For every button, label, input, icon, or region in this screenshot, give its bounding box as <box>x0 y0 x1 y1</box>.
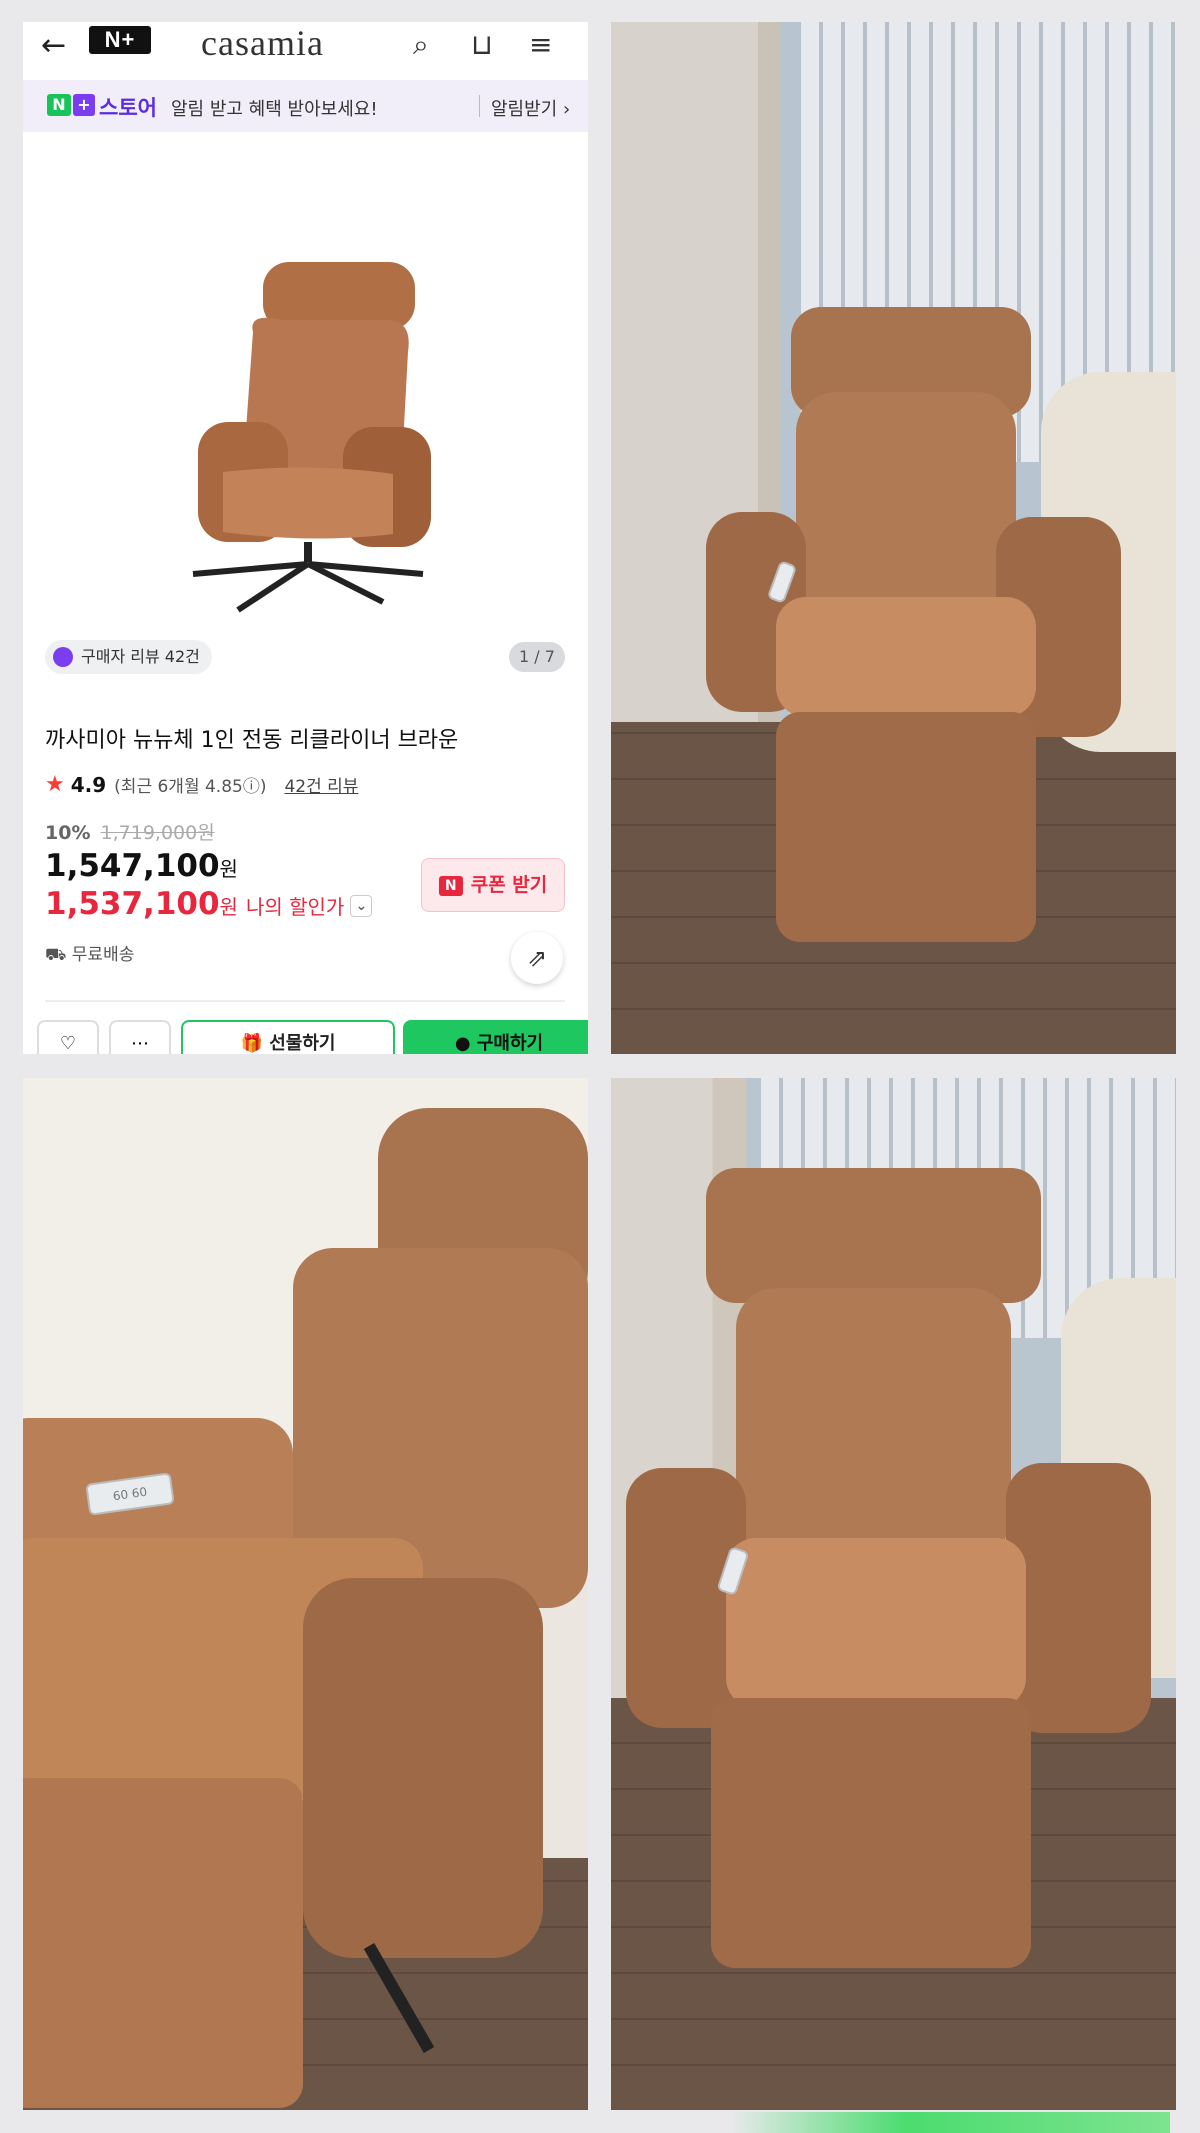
share-icon: ⇗ <box>526 944 548 972</box>
buyer-review-chip[interactable]: 구매자 리뷰 42건 <box>45 640 212 674</box>
top-navigation-bar: ← N+ casamia ⌕ ⊔ ≡ <box>23 22 588 70</box>
gift-icon: 🎁 <box>240 1033 263 1054</box>
n-badge-icon: N <box>47 94 71 116</box>
review-chip-label: 구매자 리뷰 42건 <box>81 647 200 666</box>
chair-base-icon <box>192 542 424 613</box>
sale-price-value: 1,547,100 <box>45 848 220 884</box>
my-discount-label: 나의 할인가 <box>245 895 345 919</box>
store-label: 스토어 <box>99 96 157 120</box>
remote-label: 60 60 <box>112 1484 148 1504</box>
back-arrow-icon[interactable]: ← <box>41 28 66 63</box>
heart-icon: ♡ <box>59 1033 77 1054</box>
chair-headrest <box>706 1168 1041 1303</box>
buy-button[interactable]: ● 구매하기 <box>403 1020 588 1054</box>
my-price-value: 1,537,100 <box>45 886 220 922</box>
buy-icon: ● <box>454 1033 471 1054</box>
product-image[interactable] <box>143 242 473 622</box>
discount-percent: 10% <box>45 822 91 844</box>
chair-backrest <box>796 392 1016 612</box>
gift-label: 선물하기 <box>269 1033 336 1054</box>
image-pager: 1 / 7 <box>509 642 565 672</box>
bottom-action-bar: ♡ ⋯ 🎁 선물하기 ● 구매하기 <box>23 1020 588 1054</box>
discount-row: 10% 1,719,000원 <box>45 818 215 845</box>
rating-recent[interactable]: (최근 6개월 4.85ⓘ) <box>114 772 266 797</box>
chevron-down-icon[interactable]: ⌄ <box>350 894 373 917</box>
star-icon: ★ <box>45 772 65 797</box>
nplus-logo[interactable]: N+ <box>89 26 151 54</box>
chair-footrest <box>711 1698 1031 1968</box>
rating-row: ★ 4.9 (최근 6개월 4.85ⓘ) 42건 리뷰 <box>45 772 358 797</box>
coupon-button[interactable]: N 쿠폰 받기 <box>421 858 565 912</box>
buy-label: 구매하기 <box>476 1033 544 1054</box>
original-price: 1,719,000원 <box>100 822 215 844</box>
notice-divider <box>479 95 480 117</box>
search-icon[interactable]: ⌕ <box>413 28 429 62</box>
shipping-label: 무료배송 <box>71 945 135 965</box>
chair-seat <box>726 1538 1026 1708</box>
coupon-label: 쿠폰 받기 <box>470 874 548 896</box>
sale-price-currency: 원 <box>219 857 238 881</box>
section-divider <box>45 1000 565 1002</box>
chair-backrest <box>736 1288 1011 1558</box>
chair-seat <box>776 597 1036 717</box>
product-title: 까사미아 뉴뉴체 1인 전동 리클라이너 브라운 <box>45 728 459 753</box>
my-discount-price[interactable]: 1,537,100원 나의 할인가 ⌄ <box>45 886 373 922</box>
truck-icon: ⛟ <box>45 945 67 965</box>
cart-icon[interactable]: ⊔ <box>471 28 493 61</box>
bottom-glow-bar <box>730 2112 1170 2133</box>
chair-footrest <box>23 1778 303 2108</box>
naver-logo-icon: N <box>438 875 463 896</box>
more-button[interactable]: ⋯ <box>109 1020 171 1054</box>
share-button[interactable]: ⇗ <box>511 932 563 984</box>
chair-right-arm <box>303 1578 543 1958</box>
like-button[interactable]: ♡ <box>37 1020 99 1054</box>
photo-chair-front-window <box>611 22 1176 1054</box>
menu-icon[interactable]: ≡ <box>529 28 552 61</box>
sale-price: 1,547,100원 <box>45 848 238 884</box>
shipping-info: ⛟ 무료배송 <box>45 940 134 967</box>
review-badge-icon <box>53 647 73 667</box>
reviews-link[interactable]: 42건 리뷰 <box>284 772 358 797</box>
brand-logo[interactable]: casamia <box>201 22 324 64</box>
photo-chair-upright <box>611 1078 1176 2110</box>
chair-footrest <box>776 712 1036 942</box>
plus-badge-icon: + <box>73 94 95 116</box>
subscribe-alerts-link[interactable]: 알림받기 › <box>491 95 570 121</box>
chair-right-arm <box>1006 1463 1151 1733</box>
rating-score: 4.9 <box>70 772 107 797</box>
more-icon: ⋯ <box>131 1033 149 1054</box>
gift-button[interactable]: 🎁 선물하기 <box>181 1020 395 1054</box>
photo-chair-closeup: 60 60 <box>23 1078 588 2110</box>
notification-banner[interactable]: N + 스토어 알림 받고 혜택 받아보세요! 알림받기 › <box>23 80 588 132</box>
notice-message: 알림 받고 혜택 받아보세요! <box>171 99 378 120</box>
store-screenshot-panel: ← N+ casamia ⌕ ⊔ ≡ N + 스토어 알림 받고 혜택 받아보세… <box>23 22 588 1054</box>
my-price-currency: 원 <box>219 895 238 919</box>
